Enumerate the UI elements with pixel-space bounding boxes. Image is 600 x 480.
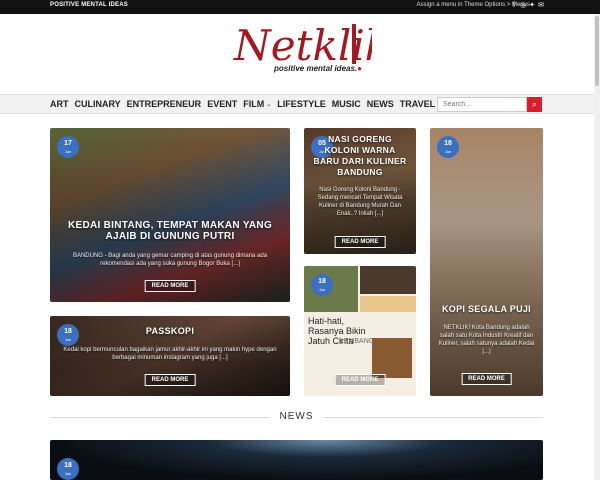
news-section-heading: NEWS (50, 408, 543, 428)
section-title: NEWS (279, 411, 314, 422)
nav-item-film[interactable]: FILM ⌄ (243, 99, 271, 109)
scrollbar[interactable] (594, 14, 600, 480)
nav-item-art[interactable]: ART (50, 99, 69, 109)
date-badge: 17 Jun (57, 136, 79, 158)
mail-icon[interactable]: ✉ (538, 2, 544, 10)
search-button[interactable]: ⌕ (527, 97, 542, 112)
post-card-kopi-segala-puji[interactable]: 18 Jun KOPI SEGALA PUJI NETKLIK! Kota Ban… (430, 128, 543, 396)
top-bar: POSITIVE MENTAL IDEAS Assign a menu in T… (0, 0, 600, 14)
read-more-button[interactable]: READ MORE (461, 373, 512, 385)
nav-item-culinary[interactable]: CULINARY (75, 99, 121, 109)
nav-item-music[interactable]: MUSIC (332, 99, 361, 109)
post-excerpt: BANDUNG - Bagi anda yang gemar camping d… (72, 253, 268, 267)
food-photo (360, 266, 416, 294)
nav-item-news[interactable]: NEWS (367, 99, 394, 109)
nav-item-travel[interactable]: TRAVEL⌄ (400, 99, 442, 109)
site-tagline: POSITIVE MENTAL IDEAS (50, 2, 128, 8)
site-logo[interactable]: Netklik positive mental ideas.● (232, 18, 372, 90)
post-card-lembang[interactable]: 18 Jun Hati-hati, Rasanya Bikin Jatuh Cin… (304, 266, 416, 396)
read-more-button[interactable]: READ MORE (144, 374, 196, 386)
logo-wordmark: Netklik (233, 21, 372, 70)
date-badge: 18 Jun (437, 136, 459, 158)
image-subtext: LEMBANG (340, 338, 375, 345)
logo-tagline: positive mental ideas.● (274, 64, 362, 73)
post-excerpt: Kedai kopi bermunculan bagaikan jamur ak… (63, 347, 277, 361)
date-badge: 18 Jun (311, 274, 333, 296)
post-card-passkopi[interactable]: 18 Jun PASSKOPI Kedai kopi bermunculan ba… (50, 316, 290, 396)
food-photo (360, 296, 416, 312)
nav-list: ART CULINARY ENTREPRENEUR EVENT FILM ⌄ LI… (50, 99, 442, 109)
post-card-kedai-bintang[interactable]: 17 Jun KEDAI BINTANG, TEMPAT MAKAN YANG A… (50, 128, 290, 302)
post-title[interactable]: NASI GORENG KOLONI WARNA BARU DARI KULIN… (312, 134, 408, 178)
main-nav: ART CULINARY ENTREPRENEUR EVENT FILM ⌄ LI… (0, 94, 600, 114)
post-card-news[interactable]: 18 Jun (50, 440, 543, 480)
search-input[interactable] (437, 97, 527, 112)
read-more-button[interactable]: READ MORE (144, 280, 196, 292)
post-card-nasi-goreng[interactable]: 05 Jun NASI GORENG KOLONI WARNA BARU DARI… (304, 128, 416, 254)
date-badge: 18 Jun (57, 458, 79, 480)
post-title[interactable]: PASSKOPI (58, 326, 282, 336)
food-photo (372, 338, 412, 378)
twitter-icon[interactable]: ✦ (529, 2, 535, 10)
nav-item-lifestyle[interactable]: LIFESTYLE (277, 99, 326, 109)
post-excerpt: Nasi Goreng Koloni Bandung - Sedang menc… (317, 187, 403, 217)
logo-text: Netklik (233, 21, 372, 70)
nav-item-event[interactable]: EVENT (207, 99, 237, 109)
post-title[interactable]: KOPI SEGALA PUJI (438, 304, 535, 314)
read-more-button[interactable]: READ MORE (334, 374, 386, 386)
instagram-icon[interactable]: ◎ (520, 2, 526, 10)
read-more-button[interactable]: READ MORE (334, 236, 386, 248)
facebook-icon[interactable]: f (511, 2, 517, 10)
site-header: Netklik positive mental ideas.● (0, 14, 600, 94)
chevron-down-icon: ⌄ (266, 102, 272, 109)
nav-item-entrepreneur[interactable]: ENTREPRENEUR (127, 99, 202, 109)
post-title[interactable]: KEDAI BINTANG, TEMPAT MAKAN YANG AJAIB D… (58, 220, 282, 242)
search-icon: ⌕ (531, 99, 538, 109)
social-icons: f ◎ ✦ ✉ (511, 2, 544, 10)
post-excerpt: NETKLIK! Kota Bandung adalah salah satu … (438, 325, 535, 355)
